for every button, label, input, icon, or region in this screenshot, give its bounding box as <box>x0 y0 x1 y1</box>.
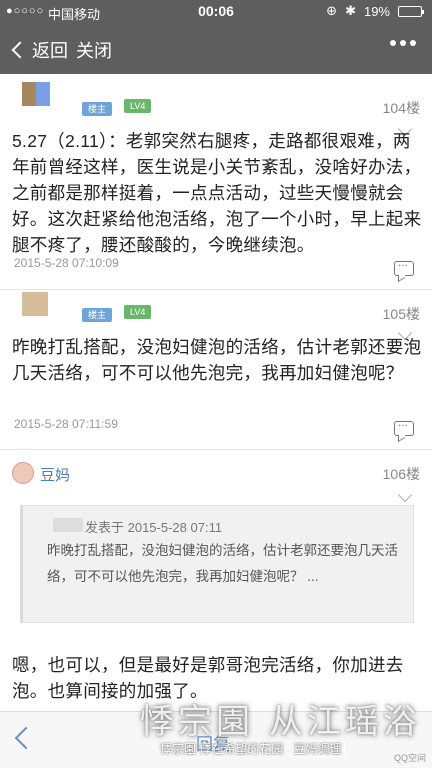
quote-body: 昨晚打乱搭配，没泡妇健泡的活络，估计老郭还要泡几天活络，可不可以他先泡完，我再加… <box>47 543 398 584</box>
level-badge: LV4 <box>124 305 152 319</box>
floor-number: 104楼 <box>382 100 420 116</box>
post-104: 楼主 LV4 104楼 5.27（2.11）：老郭突然右腿疼，走路都很艰难，两年… <box>0 74 432 290</box>
back-label: 返回 <box>32 41 68 61</box>
rotation-lock-icon: ⊕ <box>326 3 338 18</box>
more-options-button[interactable] <box>390 40 416 46</box>
dot-icon <box>390 40 396 46</box>
status-right: ⊕ ✱ 19% <box>326 3 424 19</box>
comment-icon[interactable] <box>394 255 414 276</box>
quote-header: 发表于 2015-5-28 07:11 <box>85 520 223 535</box>
chevron-down-icon[interactable] <box>397 487 413 503</box>
avatar-placeholder <box>53 518 83 532</box>
battery-percent: 19% <box>363 3 390 19</box>
chevron-left-icon <box>11 41 29 59</box>
level-badge: LV4 <box>124 99 152 113</box>
dot-icon <box>400 40 406 46</box>
avatar <box>22 82 50 106</box>
close-button[interactable]: 关闭 <box>76 37 112 63</box>
battery-icon <box>398 5 424 17</box>
post-105: 楼主 LV4 105楼 昨晚打乱搭配，没泡妇健泡的活络，估计老郭还要泡几天活络，… <box>0 290 432 450</box>
status-bar: ●○○○○ 中国移动 00:06 ⊕ ✱ 19% <box>0 0 432 24</box>
floor-number: 106楼 <box>382 466 420 482</box>
username[interactable]: 豆妈 <box>40 464 70 485</box>
bluetooth-icon: ✱ <box>345 3 356 18</box>
navigation-bar: 返回 关闭 <box>0 24 432 74</box>
reply-button[interactable]: 回复 <box>196 730 230 755</box>
post-content: 昨晚打乱搭配，没泡妇健泡的活络，估计老郭还要泡几天活络，可不可以他先泡完，我再加… <box>12 337 422 383</box>
owner-badge: 楼主 <box>82 102 113 116</box>
back-arrow-icon[interactable] <box>14 726 38 750</box>
avatar <box>12 462 34 484</box>
comment-icon[interactable] <box>394 415 414 436</box>
post-date: 2015-5-28 07:10:09 <box>14 256 119 270</box>
post-content: 5.27（2.11）：老郭突然右腿疼，走路都很艰难，两年前曾经这样，医生说是小关… <box>12 131 422 255</box>
quote-block: 发表于 2015-5-28 07:11 昨晚打乱搭配，没泡妇健泡的活络，估计老郭… <box>20 505 414 623</box>
owner-badge: 楼主 <box>82 308 113 322</box>
bottom-toolbar: 回复 <box>0 711 432 768</box>
dot-icon <box>410 40 416 46</box>
back-button[interactable]: 返回 <box>10 37 68 63</box>
floor-number: 105楼 <box>382 306 420 322</box>
avatar <box>22 292 48 316</box>
post-date: 2015-5-28 07:11:59 <box>14 417 118 431</box>
post-content: 嗯，也可以，但是最好是郭哥泡完活络，你加进去泡。也算间接的加强了。 <box>12 655 404 701</box>
